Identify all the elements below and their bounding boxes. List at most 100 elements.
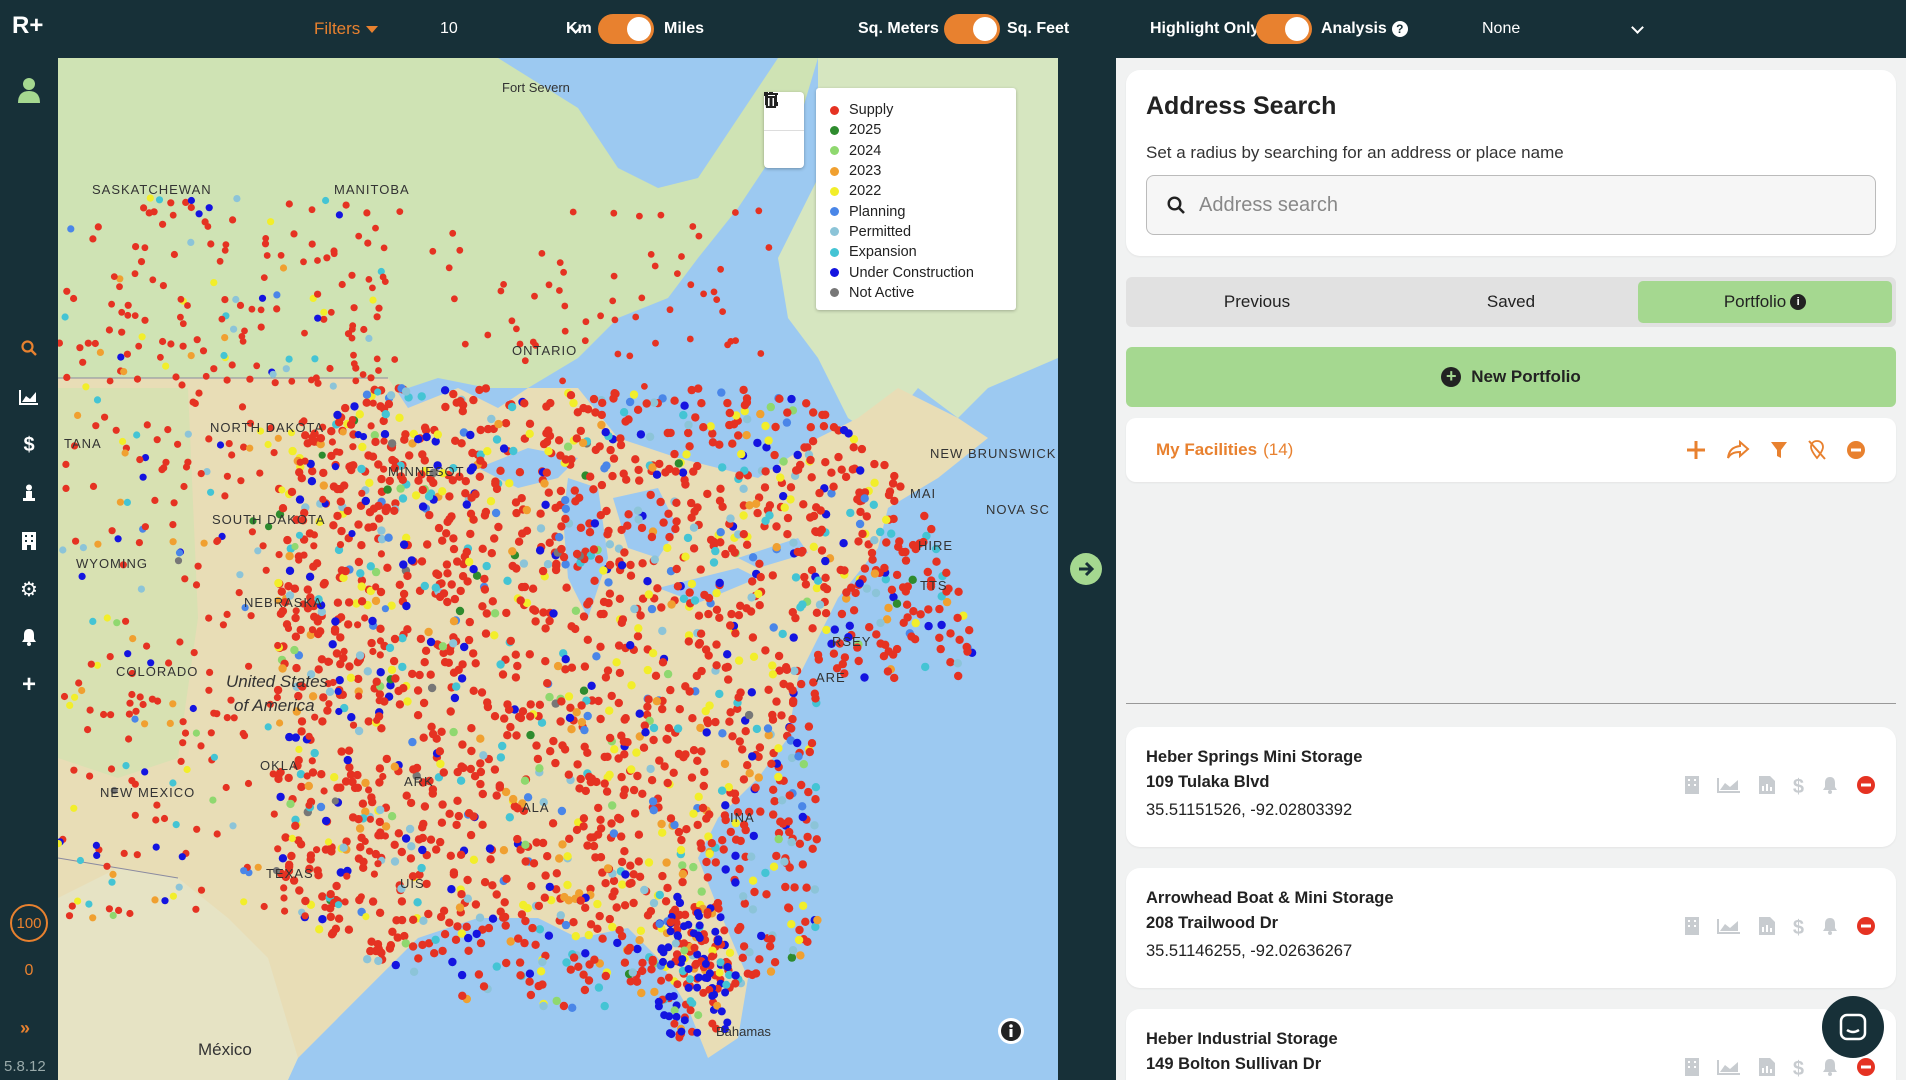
legend-label: Not Active xyxy=(849,284,915,301)
bell-icon[interactable] xyxy=(1822,917,1838,940)
map-point xyxy=(514,934,523,943)
remove-icon[interactable] xyxy=(1856,916,1876,941)
filter-icon[interactable] xyxy=(1770,441,1788,459)
map-point xyxy=(401,430,410,439)
map-point xyxy=(184,430,192,438)
analysis-select[interactable]: None xyxy=(1482,0,1644,58)
map-point xyxy=(502,958,511,968)
map-point xyxy=(214,537,222,545)
remove-icon[interactable] xyxy=(1856,1057,1876,1080)
person-icon[interactable] xyxy=(18,482,40,504)
map-point xyxy=(93,396,102,404)
map-point xyxy=(426,835,436,844)
facility-card[interactable]: Heber Industrial Storage 149 Bolton Sulli… xyxy=(1126,1009,1896,1080)
map-point xyxy=(590,519,600,528)
map-point xyxy=(143,421,151,429)
filters-button[interactable]: Filters xyxy=(314,0,379,58)
map-point xyxy=(845,621,854,630)
chat-icon[interactable] xyxy=(1822,996,1884,1058)
report-icon[interactable] xyxy=(1758,776,1775,799)
chart-icon[interactable] xyxy=(18,386,40,408)
dollar-icon[interactable]: $ xyxy=(1793,1058,1804,1080)
remove-icon[interactable] xyxy=(1856,775,1876,800)
report-icon[interactable] xyxy=(1758,917,1775,940)
map-point xyxy=(223,610,231,619)
map-point xyxy=(181,575,189,583)
map[interactable]: Fort Severn SASKATCHEWAN MANITOBA ONTARI… xyxy=(58,58,1058,1080)
map-point xyxy=(777,796,787,805)
units-toggle[interactable] xyxy=(598,14,654,44)
map-label-ontario: ONTARIO xyxy=(512,343,578,358)
map-point xyxy=(354,520,363,529)
help-icon[interactable]: ? xyxy=(1391,21,1408,37)
area-units-toggle[interactable] xyxy=(944,14,1000,44)
dollar-icon[interactable]: $ xyxy=(1793,917,1804,940)
highlight-toggle[interactable] xyxy=(1256,14,1312,44)
app-logo[interactable]: R+ xyxy=(12,12,43,40)
map-point xyxy=(581,786,590,796)
dollar-icon[interactable]: $ xyxy=(1793,776,1804,799)
map-point xyxy=(782,665,792,674)
map-point xyxy=(712,588,721,598)
credit-badge[interactable]: 100 xyxy=(10,904,48,942)
chart-icon[interactable] xyxy=(1716,777,1741,798)
map-point xyxy=(355,824,365,833)
address-search-input[interactable]: Address search xyxy=(1146,175,1876,235)
plus-icon[interactable]: + xyxy=(18,671,40,698)
tab-portfolio[interactable]: Portfolio i xyxy=(1638,281,1892,323)
map-point xyxy=(665,1012,674,1021)
map-point xyxy=(426,637,436,647)
map-point xyxy=(197,886,206,894)
search-icon[interactable] xyxy=(18,337,40,359)
no-location-icon[interactable] xyxy=(1808,440,1826,460)
user-icon[interactable] xyxy=(16,76,42,104)
map-point xyxy=(390,762,399,771)
arrow-right-icon[interactable] xyxy=(1070,553,1102,585)
bell-icon[interactable] xyxy=(18,626,40,648)
map-point xyxy=(840,653,850,662)
building-icon[interactable] xyxy=(1684,917,1699,940)
building-icon[interactable] xyxy=(18,530,40,552)
map-point xyxy=(506,722,515,732)
trash-button[interactable] xyxy=(764,92,804,168)
chart-icon[interactable] xyxy=(1716,1059,1741,1080)
legend-item: 2025 xyxy=(830,120,1002,140)
info-icon[interactable] xyxy=(998,1018,1024,1044)
my-facilities-row[interactable]: My Facilities (14) xyxy=(1126,418,1896,482)
map-point xyxy=(369,399,377,407)
map-point xyxy=(604,526,613,536)
dollar-icon[interactable]: $ xyxy=(18,434,40,456)
facility-card[interactable]: Arrowhead Boat & Mini Storage 208 Trailwo… xyxy=(1126,868,1896,988)
map-point xyxy=(414,435,423,444)
building-icon[interactable] xyxy=(1684,1058,1699,1080)
info-icon[interactable]: i xyxy=(1790,294,1807,310)
map-point xyxy=(734,611,744,620)
map-point xyxy=(707,839,716,848)
map-point xyxy=(313,866,322,875)
map-point xyxy=(647,776,657,785)
remove-icon[interactable] xyxy=(1846,440,1866,460)
new-portfolio-button[interactable]: + New Portfolio xyxy=(1126,347,1896,407)
report-icon[interactable] xyxy=(1758,1058,1775,1080)
map-point xyxy=(657,603,666,612)
bell-icon[interactable] xyxy=(1822,1058,1838,1080)
expand-rail-icon[interactable]: » xyxy=(20,1018,30,1039)
map-point xyxy=(92,422,100,430)
map-point xyxy=(169,892,177,900)
tab-saved[interactable]: Saved xyxy=(1384,281,1638,323)
gear-icon[interactable]: ⚙ xyxy=(18,578,40,601)
map-point xyxy=(617,561,627,570)
radius-select[interactable]: 10 xyxy=(440,0,582,58)
tab-previous[interactable]: Previous xyxy=(1130,281,1384,323)
map-point xyxy=(745,501,754,510)
map-point xyxy=(350,304,358,312)
map-point xyxy=(647,604,657,614)
bell-icon[interactable] xyxy=(1822,776,1838,799)
map-point xyxy=(222,783,230,792)
chart-icon[interactable] xyxy=(1716,918,1741,939)
share-icon[interactable] xyxy=(1726,440,1750,460)
building-icon[interactable] xyxy=(1684,776,1699,799)
facility-card[interactable]: Heber Springs Mini Storage 109 Tulaka Blv… xyxy=(1126,727,1896,847)
add-icon[interactable] xyxy=(1686,440,1706,460)
map-point xyxy=(284,773,293,783)
